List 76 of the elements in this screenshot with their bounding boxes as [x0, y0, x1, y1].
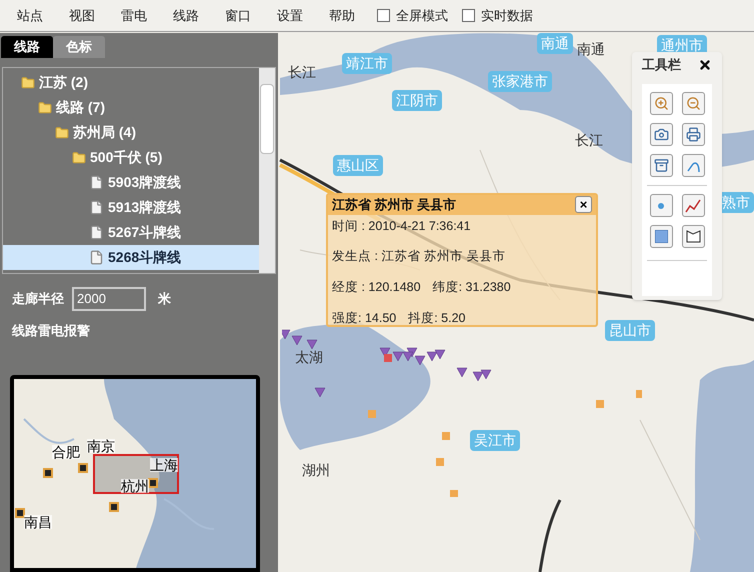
scrollbar[interactable] [259, 68, 275, 273]
tree-item[interactable]: 5913牌渡线 [3, 195, 259, 220]
file-icon [89, 225, 104, 240]
tree-item[interactable]: 线路 (7) [3, 95, 259, 120]
menu-item[interactable]: 视图 [69, 6, 95, 26]
polygon-tool-button[interactable] [682, 225, 704, 248]
place-label: 长江 [575, 131, 603, 150]
option-checkbox[interactable]: 实时数据 [462, 6, 533, 26]
panel-tab[interactable]: 线路 [1, 36, 53, 58]
popup-title: 江苏省 苏州市 吴县市 [332, 196, 456, 214]
point-tool-button[interactable] [650, 194, 672, 217]
alarm-label[interactable]: 线路雷电报警 [12, 320, 90, 340]
tree-item[interactable]: 5903牌渡线 [3, 170, 259, 195]
menu-item[interactable]: 雷电 [121, 6, 147, 26]
popup-field: 经度 : 120.1480 [332, 278, 421, 297]
overview-city-label: 杭州 [121, 479, 149, 494]
file-icon [89, 200, 104, 215]
arc-tool-button[interactable] [682, 154, 704, 177]
zoom-in-icon [654, 96, 668, 111]
toolbar-title: 工具栏 [642, 56, 681, 74]
radius-input[interactable]: 2000 [72, 286, 146, 311]
popup-field: 强度: 14.50 [332, 308, 396, 328]
corridor-label: 走廊半径 [12, 290, 64, 308]
zoom-in-button[interactable] [650, 92, 672, 115]
camera-button[interactable] [650, 123, 672, 146]
popup-field: 发生点 : 江苏省 苏州市 吴县市 [332, 247, 506, 266]
city-label: 靖江市 [342, 53, 392, 74]
option-checkbox[interactable]: 全屏模式 [377, 6, 448, 26]
box-button[interactable] [650, 154, 672, 177]
polygon-icon [686, 230, 700, 243]
city-label: 惠山区 [333, 155, 383, 176]
place-label: 太湖 [295, 348, 323, 367]
polyline-icon [685, 198, 701, 212]
popup-field: 时间 : 2010-4-21 7:36:41 [332, 216, 471, 236]
zoom-out-icon [686, 96, 700, 111]
tree-item[interactable]: 5268斗牌线 [3, 245, 259, 270]
tree-item[interactable]: 苏州局 (4) [3, 120, 259, 145]
popup-field: 抖度: 5.20 [408, 308, 466, 328]
tree-item[interactable]: 5267斗牌线 [3, 220, 259, 245]
popup-field: 纬度: 31.2380 [432, 278, 511, 297]
camera-icon [654, 127, 668, 142]
line-tool-button[interactable] [682, 194, 704, 217]
overview-city-label: 南京 [87, 439, 115, 454]
tree-item[interactable]: 500千伏 (5) [3, 145, 259, 170]
place-label: 湖州 [302, 461, 330, 480]
place-label: 长江 [288, 63, 316, 82]
unit-label: 米 [158, 290, 171, 308]
menu-item[interactable]: 设置 [277, 6, 303, 26]
menu-item[interactable]: 帮助 [329, 6, 355, 26]
city-label: 南通 [537, 33, 573, 54]
file-icon [89, 175, 104, 190]
rectangle-tool-button[interactable] [650, 225, 672, 248]
printer-button[interactable] [682, 123, 704, 146]
tree-item[interactable]: 江苏 (2) [3, 70, 259, 95]
city-label: 张家港市 [488, 71, 552, 92]
dot-icon [658, 202, 664, 208]
overview-city-label: 南昌 [24, 515, 52, 530]
overview-city-label: 上海 [150, 458, 178, 472]
city-label: 江阴市 [392, 90, 442, 111]
close-button[interactable]: × [575, 196, 592, 214]
folder-icon [72, 150, 86, 164]
folder-icon [38, 100, 52, 114]
menu-item[interactable]: 线路 [173, 6, 199, 26]
menu-item[interactable]: 站点 [17, 6, 43, 26]
printer-icon [686, 127, 700, 142]
menu-item[interactable]: 窗口 [225, 6, 251, 26]
zoom-out-button[interactable] [682, 92, 704, 115]
overview-city-label: 合肥 [52, 445, 80, 460]
folder-icon [21, 76, 35, 90]
file-icon [89, 250, 104, 265]
city-label: 吴江市 [470, 430, 520, 451]
folder-icon [55, 126, 69, 140]
city-label: 昆山市 [605, 320, 655, 341]
box-icon [654, 158, 668, 173]
place-label: 南通 [577, 40, 605, 59]
close-icon[interactable] [698, 58, 712, 72]
